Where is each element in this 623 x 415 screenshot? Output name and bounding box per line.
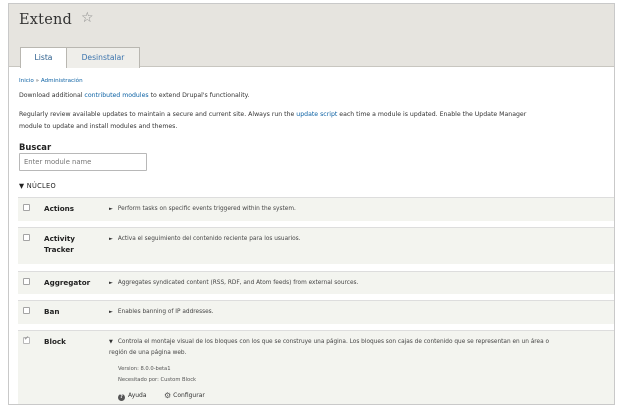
help-icon: ? [118, 394, 125, 401]
module-version: Version: 8.0.0-beta1 [118, 366, 171, 372]
module-description[interactable]: ▼ Controla el montaje visual de los bloqu… [109, 337, 614, 359]
module-description-text: región de una página web. [109, 350, 187, 356]
breadcrumb-separator: » [35, 78, 40, 84]
module-description[interactable]: ► Enables banning of IP addresses. [109, 307, 214, 318]
configure-label: Configurar [173, 392, 205, 399]
breadcrumb-home-link[interactable]: Inicio [19, 78, 34, 84]
search-label: Buscar [19, 142, 52, 152]
module-checkbox[interactable] [23, 234, 30, 241]
module-description-text: Activa el seguimiento del contenido reci… [117, 236, 301, 242]
module-checkbox[interactable] [23, 204, 30, 211]
module-checkbox[interactable] [23, 278, 30, 285]
module-name: Aggregator [44, 278, 91, 287]
search-input[interactable] [19, 153, 147, 171]
collapse-arrow-icon: ▼ [109, 339, 113, 345]
page-title: Extend [19, 12, 72, 28]
module-name: Ban [44, 307, 60, 316]
module-checkbox[interactable] [23, 307, 30, 314]
module-row-ban: Ban ► Enables banning of IP addresses. [18, 300, 614, 324]
tab-desinstalar[interactable]: Desinstalar [67, 47, 140, 68]
module-name: Actions [44, 204, 75, 213]
module-checkbox-checked[interactable] [23, 335, 30, 344]
intro-text: Regularly review available updates to ma… [19, 111, 297, 118]
intro-text: module to update and install modules and… [19, 123, 178, 131]
module-description-text: Aggregates syndicated content (RSS, RDF,… [117, 280, 359, 286]
update-script-link[interactable]: update script [296, 111, 337, 118]
intro-paragraph-1: Download additional contributed modules … [19, 90, 609, 102]
intro-text: each time a module is updated. Enable th… [337, 111, 527, 118]
chevron-down-icon: ▼ [19, 182, 25, 190]
module-row-actions: Actions ► Perform tasks on specific event… [18, 197, 614, 221]
module-description-text: Perform tasks on specific events trigger… [117, 206, 296, 212]
expand-arrow-icon: ► [109, 206, 113, 212]
module-description[interactable]: ► Activa el seguimiento del contenido rec… [109, 234, 301, 245]
help-label: Ayuda [128, 392, 147, 399]
intro-text: to extend Drupal's functionality. [148, 92, 250, 99]
intro-text: Download additional [19, 92, 85, 99]
module-name: Activity Tracker [44, 233, 75, 255]
module-name-line: Activity [44, 234, 75, 243]
expand-arrow-icon: ► [109, 236, 113, 242]
expand-arrow-icon: ► [109, 309, 113, 315]
section-label: NÚCLEO [26, 182, 56, 190]
module-row-activity-tracker: Activity Tracker ► Activa el seguimiento … [18, 227, 614, 264]
module-description-text: Enables banning of IP addresses. [117, 309, 214, 315]
module-description-text: Controla el montaje visual de los bloque… [117, 339, 550, 345]
contributed-modules-link[interactable]: contributed modules [84, 92, 148, 99]
star-icon[interactable]: ☆ [81, 11, 94, 25]
module-description[interactable]: ► Aggregates syndicated content (RSS, RDF… [109, 278, 358, 289]
module-required-by: Necesitado por: Custom Block [118, 377, 197, 383]
module-row-block: Block ▼ Controla el montaje visual de los… [18, 330, 614, 404]
breadcrumb: Inicio » Administración [19, 78, 83, 84]
module-description[interactable]: ► Perform tasks on specific events trigge… [109, 204, 296, 215]
module-name-line: Tracker [44, 245, 74, 254]
module-row-aggregator: Aggregator ► Aggregates syndicated conten… [18, 271, 614, 294]
module-name: Block [44, 337, 66, 346]
page-frame: Extend ☆ Lista Desinstalar Inicio » Admi… [8, 3, 615, 405]
gear-icon: ⚙ [164, 391, 172, 400]
page-header: Extend ☆ Lista Desinstalar [9, 4, 614, 68]
expand-arrow-icon: ► [109, 280, 113, 286]
help-link[interactable]: ? Ayuda [118, 392, 147, 401]
configure-link[interactable]: ⚙ Configurar [164, 391, 205, 400]
breadcrumb-admin-link[interactable]: Administración [41, 78, 83, 84]
section-toggle-nucleo[interactable]: ▼ NÚCLEO [19, 182, 56, 190]
intro-paragraph-2: Regularly review available updates to ma… [19, 109, 609, 133]
tab-lista[interactable]: Lista [20, 47, 67, 68]
